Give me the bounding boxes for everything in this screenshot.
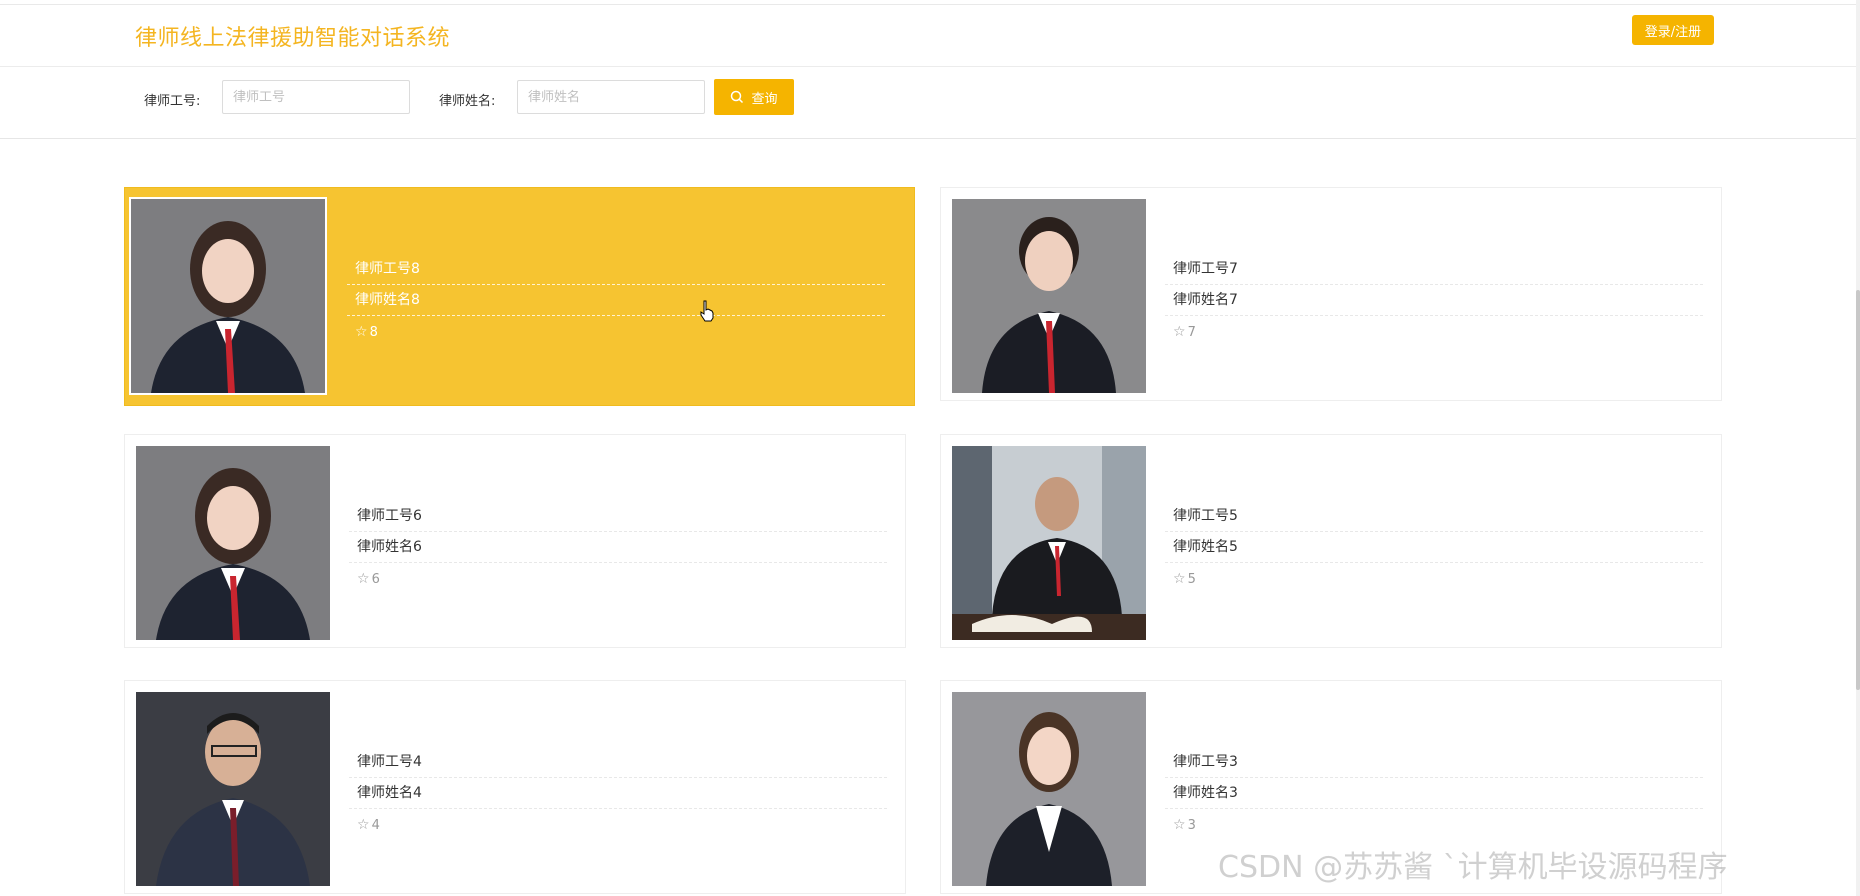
lawyer-info: 律师工号4 律师姓名4 ☆ 4 <box>349 747 887 839</box>
lawyer-name: 律师姓名3 <box>1165 778 1703 809</box>
lawyer-info: 律师工号8 律师姓名8 ☆ 8 <box>347 254 885 346</box>
site-title[interactable]: 律师线上法律援助智能对话系统 <box>135 20 450 52</box>
rating-value: 3 <box>1187 818 1196 833</box>
lawyer-id: 律师工号3 <box>1165 747 1703 778</box>
lawyer-card[interactable]: 律师工号5 律师姓名5 ☆ 5 <box>940 434 1722 648</box>
lawyer-card[interactable]: 律师工号6 律师姓名6 ☆ 6 <box>124 434 906 648</box>
lawyer-info: 律师工号5 律师姓名5 ☆ 5 <box>1165 501 1703 593</box>
lawyer-rating: ☆ 4 <box>349 809 887 839</box>
lawyer-name: 律师姓名8 <box>347 285 885 316</box>
watermark: CSDN @苏苏酱 `计算机毕设源码程序 <box>1218 850 1728 885</box>
lawyer-info: 律师工号3 律师姓名3 ☆ 3 <box>1165 747 1703 839</box>
search-bar: 律师工号: 律师姓名: 查询 <box>0 66 1860 139</box>
lawyer-rating: ☆ 5 <box>1165 563 1703 593</box>
lawyer-rating: ☆ 6 <box>349 563 887 593</box>
star-icon: ☆ <box>1173 571 1186 587</box>
rating-value: 5 <box>1187 572 1196 587</box>
lawyer-name: 律师姓名4 <box>349 778 887 809</box>
search-icon <box>731 90 744 104</box>
lawyer-name-label: 律师姓名: <box>439 94 496 109</box>
lawyer-card[interactable]: 律师工号8 律师姓名8 ☆ 8 <box>124 187 915 406</box>
lawyer-rating: ☆ 7 <box>1165 316 1703 346</box>
lawyer-id-label: 律师工号: <box>144 94 201 109</box>
star-icon: ☆ <box>1173 324 1186 340</box>
search-button[interactable]: 查询 <box>714 79 794 115</box>
lawyer-card[interactable]: 律师工号4 律师姓名4 ☆ 4 <box>124 680 906 894</box>
lawyer-id: 律师工号5 <box>1165 501 1703 532</box>
login-register-button[interactable]: 登录/注册 <box>1632 15 1714 45</box>
lawyer-rating: ☆ 8 <box>347 316 885 346</box>
search-button-label: 查询 <box>751 91 778 107</box>
lawyer-photo <box>952 446 1146 640</box>
star-icon: ☆ <box>355 324 368 340</box>
lawyer-info: 律师工号7 律师姓名7 ☆ 7 <box>1165 254 1703 346</box>
lawyer-photo <box>952 199 1146 393</box>
lawyer-name: 律师姓名6 <box>349 532 887 563</box>
lawyer-card[interactable]: 律师工号7 律师姓名7 ☆ 7 <box>940 187 1722 401</box>
lawyer-photo <box>136 692 330 886</box>
rating-value: 4 <box>371 818 380 833</box>
lawyer-photo <box>136 446 330 640</box>
star-icon: ☆ <box>357 817 370 833</box>
site-header: 律师线上法律援助智能对话系统 登录/注册 <box>0 4 1860 67</box>
star-icon: ☆ <box>357 571 370 587</box>
rating-value: 7 <box>1187 325 1196 340</box>
lawyer-name-input[interactable] <box>517 80 705 114</box>
lawyer-id: 律师工号8 <box>347 254 885 285</box>
lawyer-id: 律师工号4 <box>349 747 887 778</box>
scrollbar-thumb[interactable] <box>1856 290 1860 690</box>
lawyer-rating: ☆ 3 <box>1165 809 1703 839</box>
star-icon: ☆ <box>1173 817 1186 833</box>
page-scrollbar[interactable] <box>1856 0 1860 896</box>
lawyer-name: 律师姓名7 <box>1165 285 1703 316</box>
lawyer-photo <box>129 197 327 395</box>
rating-value: 6 <box>371 572 380 587</box>
lawyer-name: 律师姓名5 <box>1165 532 1703 563</box>
lawyer-photo <box>952 692 1146 886</box>
lawyer-id-input[interactable] <box>222 80 410 114</box>
lawyer-info: 律师工号6 律师姓名6 ☆ 6 <box>349 501 887 593</box>
lawyer-id: 律师工号7 <box>1165 254 1703 285</box>
lawyer-id: 律师工号6 <box>349 501 887 532</box>
hand-cursor-icon <box>700 300 714 322</box>
rating-value: 8 <box>369 325 378 340</box>
